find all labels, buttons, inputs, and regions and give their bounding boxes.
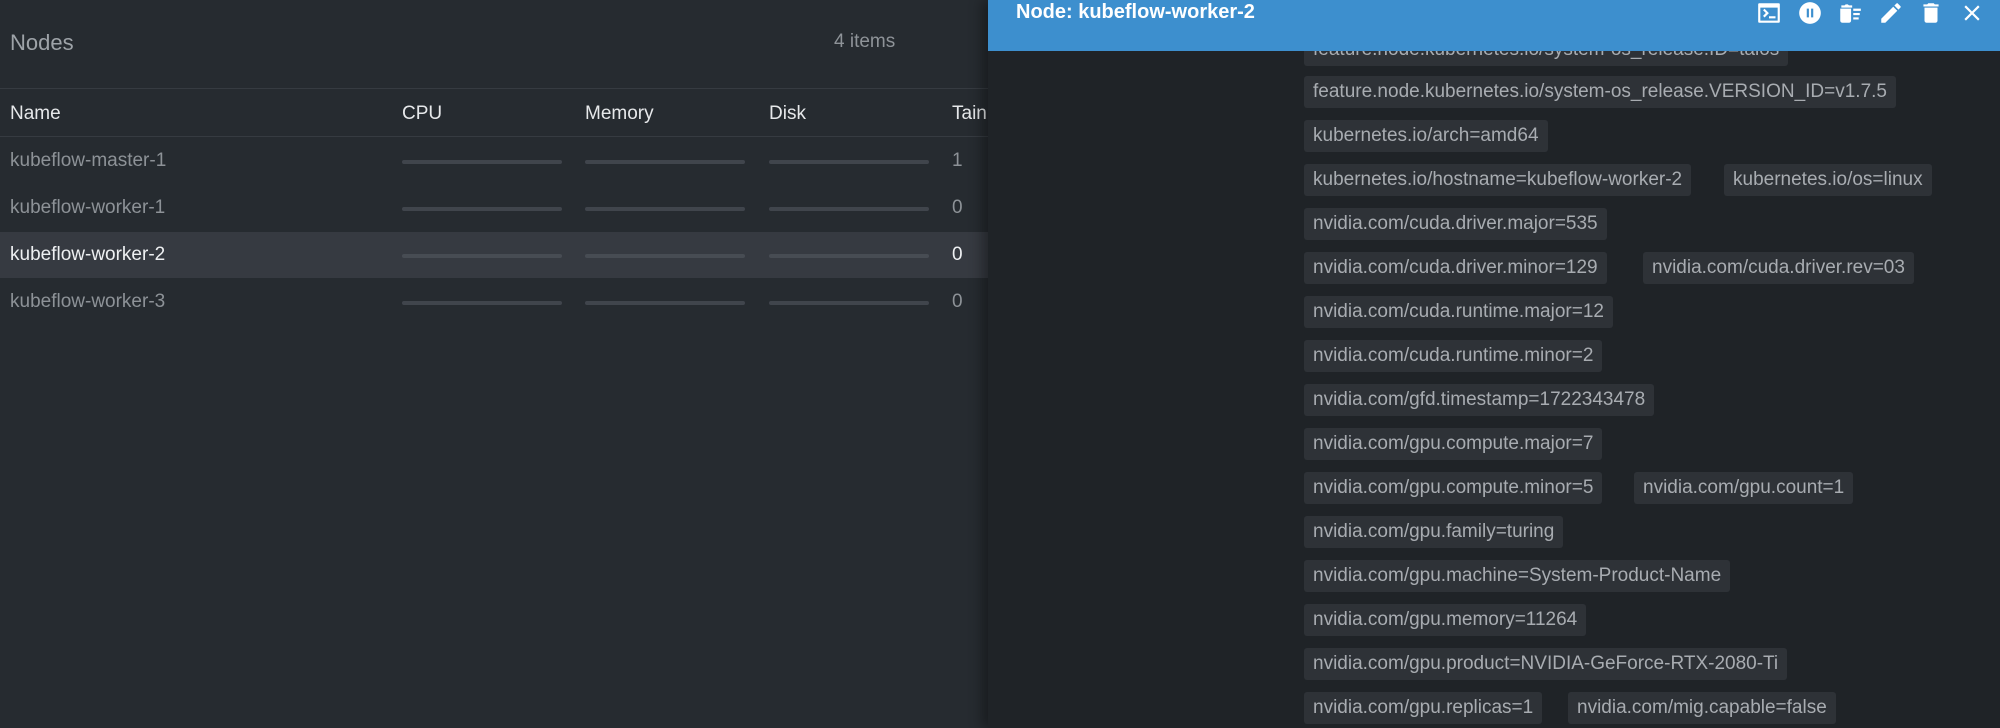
shell-button[interactable] <box>1752 0 1786 26</box>
label-chip: feature.node.kubernetes.io/system-os_rel… <box>1304 76 1896 108</box>
table-row[interactable]: kubeflow-worker-3 0 <box>0 279 988 325</box>
nodes-list-panel: Nodes 4 items Name CPU Memory Disk Tain … <box>0 0 988 728</box>
cpu-usage-bar <box>402 254 562 258</box>
list-header: Nodes 4 items <box>0 0 988 89</box>
column-header-memory[interactable]: Memory <box>585 103 654 125</box>
table-row[interactable]: kubeflow-master-1 1 <box>0 138 988 184</box>
column-header-name[interactable]: Name <box>10 103 61 125</box>
drawer-title: Node: kubeflow-worker-2 <box>1016 1 1255 23</box>
label-chip: nvidia.com/gpu.product=NVIDIA-GeForce-RT… <box>1304 648 1788 680</box>
column-header-cpu[interactable]: CPU <box>402 103 442 125</box>
node-taints: 0 <box>952 197 963 218</box>
memory-usage-bar <box>585 254 745 258</box>
disk-usage-bar <box>769 254 929 258</box>
label-chip: kubernetes.io/arch=amd64 <box>1304 120 1548 152</box>
label-chip: nvidia.com/cuda.runtime.major=12 <box>1304 296 1613 328</box>
label-chip: nvidia.com/gpu.replicas=1 <box>1304 692 1543 724</box>
disk-usage-bar <box>769 301 929 305</box>
label-chip: kubernetes.io/os=linux <box>1724 164 1932 196</box>
disk-usage-bar <box>769 160 929 164</box>
label-chip: nvidia.com/cuda.driver.rev=03 <box>1643 252 1914 284</box>
close-button[interactable] <box>1955 0 1989 26</box>
pause-circle-icon <box>1799 2 1821 24</box>
label-chip: nvidia.com/gpu.machine=System-Product-Na… <box>1304 560 1731 592</box>
column-header-disk[interactable]: Disk <box>769 103 806 125</box>
table-row-selected[interactable]: kubeflow-worker-2 0 <box>0 232 988 278</box>
node-details-drawer: Node: kubeflow-worker-2 feature.node.kub… <box>988 0 2000 728</box>
edit-button[interactable] <box>1874 0 1908 26</box>
table-row[interactable]: kubeflow-worker-1 0 <box>0 185 988 231</box>
node-labels: feature.node.kubernetes.io/system-os_rel… <box>988 34 2000 728</box>
label-chip: nvidia.com/cuda.runtime.minor=2 <box>1304 340 1603 372</box>
label-chip: nvidia.com/cuda.driver.minor=129 <box>1304 252 1607 284</box>
label-chip: nvidia.com/gpu.compute.minor=5 <box>1304 472 1603 504</box>
page-title: Nodes <box>10 30 74 55</box>
label-chip: nvidia.com/cuda.driver.major=535 <box>1304 208 1607 240</box>
node-taints: 1 <box>952 150 963 171</box>
pencil-icon <box>1881 3 1901 23</box>
node-name: kubeflow-worker-3 <box>10 291 166 312</box>
cpu-usage-bar <box>402 160 562 164</box>
items-count: 4 items <box>834 31 896 52</box>
memory-usage-bar <box>585 207 745 211</box>
drain-button[interactable] <box>1833 0 1867 26</box>
trash-icon <box>1923 3 1939 23</box>
table-header: Name CPU Memory Disk Tain <box>0 89 988 137</box>
delete-button[interactable] <box>1914 0 1948 26</box>
cpu-usage-bar <box>402 301 562 305</box>
disk-usage-bar <box>769 207 929 211</box>
label-chip: nvidia.com/gpu.memory=11264 <box>1304 604 1587 636</box>
memory-usage-bar <box>585 301 745 305</box>
drain-icon <box>1840 4 1861 23</box>
memory-usage-bar <box>585 160 745 164</box>
drawer-header: Node: kubeflow-worker-2 <box>988 0 2000 51</box>
label-chip: nvidia.com/gfd.timestamp=1722343478 <box>1304 384 1655 416</box>
node-name: kubeflow-worker-1 <box>10 197 166 218</box>
terminal-icon <box>1758 3 1780 23</box>
label-chip: nvidia.com/gpu.count=1 <box>1634 472 1854 504</box>
close-icon <box>1964 5 1980 21</box>
node-taints: 0 <box>952 291 963 312</box>
label-chip: kubernetes.io/hostname=kubeflow-worker-2 <box>1304 164 1692 196</box>
cordon-button[interactable] <box>1793 0 1827 26</box>
label-chip: nvidia.com/gpu.compute.major=7 <box>1304 428 1603 460</box>
node-taints: 0 <box>952 244 963 265</box>
cpu-usage-bar <box>402 207 562 211</box>
label-chip: nvidia.com/gpu.family=turing <box>1304 516 1564 548</box>
column-header-taints[interactable]: Tain <box>952 103 987 125</box>
node-name: kubeflow-worker-2 <box>10 244 166 265</box>
label-chip: nvidia.com/mig.capable=false <box>1568 692 1836 724</box>
node-name: kubeflow-master-1 <box>10 150 167 171</box>
